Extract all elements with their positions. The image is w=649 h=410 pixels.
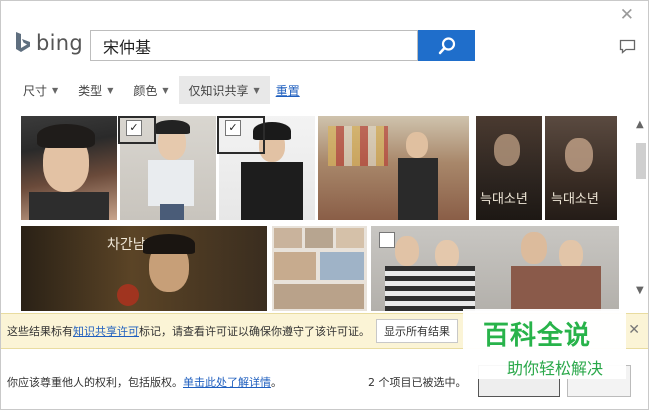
learn-more-link[interactable]: 单击此处了解详情 [183,376,271,389]
filter-type-label: 类型 [78,83,103,98]
close-icon[interactable]: ✕ [628,322,640,338]
close-icon[interactable]: ✕ [620,7,634,24]
search-icon [438,36,455,54]
results-scrollbar[interactable]: ▲ ▼ [634,119,648,305]
search-button[interactable] [418,30,475,61]
filter-color-label: 颜色 [133,83,158,98]
image-result-selected-frame [118,116,156,144]
poster-title: 늑대소년 [551,192,599,207]
poster-title: 늑대소년 [480,192,528,207]
filter-color[interactable]: 颜色 ▼ [123,76,178,104]
image-result[interactable]: 늑대소년 [545,116,617,220]
bing-logo: bing [14,31,83,55]
watermark-subtitle: 助你轻松解决 [507,359,604,378]
watermark: 百科全说 助你轻松解决 [463,309,626,379]
rights-statement: 你应该尊重他人的权利，包括版权。 [7,376,183,389]
rights-text: 你应该尊重他人的权利，包括版权。单击此处了解详情。 [7,374,282,390]
filter-size[interactable]: 尺寸 ▼ [13,76,68,104]
chevron-down-icon: ▼ [107,85,114,95]
image-result[interactable]: 늑대소년 [476,116,542,220]
notice-text: 这些结果标有知识共享许可标记，请查看许可证以确保你遵守了该许可证。 [7,323,370,339]
filter-type[interactable]: 类型 ▼ [68,76,123,104]
watermark-title: 百科全说 [483,321,592,351]
rights-end: 。 [271,376,282,389]
selection-count: 2 个项目已被选中。 [368,376,467,389]
image-results-grid: ✓ ✓ 늑대소년 늑대소년 차간남자 [21,116,621,311]
filter-size-label: 尺寸 [23,83,48,98]
chevron-down-icon: ▼ [162,85,169,95]
insert-image-dialog: ✕ bing 尺寸 ▼ 类型 ▼ 颜色 ▼ 仅知识共享 ▼ 重置 [0,0,649,410]
filter-license[interactable]: 仅知识共享 ▼ [178,76,270,104]
bing-logo-icon [16,32,30,52]
feedback-icon[interactable] [619,39,636,58]
chevron-down-icon: ▼ [253,85,260,95]
image-result[interactable]: 차간남자 [21,226,267,311]
image-result[interactable] [371,226,619,311]
scroll-down-icon[interactable]: ▼ [636,285,644,296]
filter-bar: 尺寸 ▼ 类型 ▼ 颜色 ▼ 仅知识共享 ▼ 重置 [13,76,300,104]
notice-prefix: 这些结果标有 [7,325,73,338]
reset-link[interactable]: 重置 [276,82,300,99]
scroll-up-icon[interactable]: ▲ [636,119,644,130]
checkbox-icon[interactable] [379,232,395,248]
license-link[interactable]: 知识共享许可 [73,325,139,338]
chevron-down-icon: ▼ [52,85,59,95]
image-result-selected-frame [217,116,265,154]
image-result[interactable] [318,116,469,220]
scroll-thumb[interactable] [636,143,646,179]
bing-logo-text: bing [36,31,84,55]
filter-license-label: 仅知识共享 [188,83,249,98]
image-result[interactable] [21,116,117,220]
notice-suffix: 标记，请查看许可证以确保你遵守了该许可证。 [139,325,370,338]
search-input[interactable] [90,30,418,61]
show-all-results-button[interactable]: 显示所有结果 [376,319,458,343]
image-result[interactable] [272,226,367,311]
